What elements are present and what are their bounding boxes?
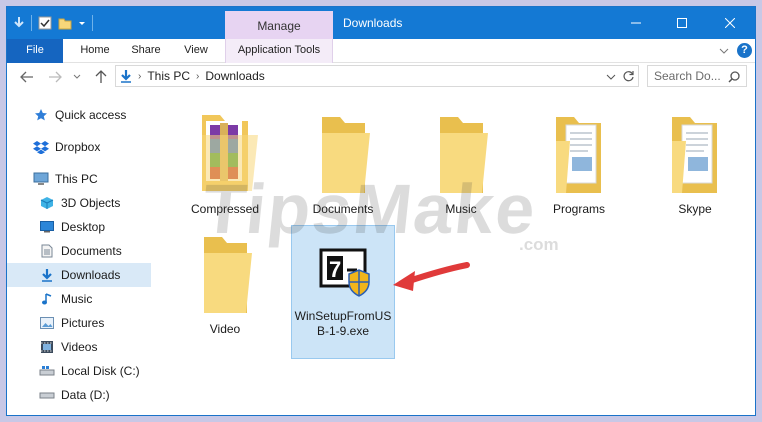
back-arrow-icon bbox=[20, 71, 33, 83]
sidebar-item-label: Music bbox=[61, 292, 93, 306]
sidebar-item-data-d[interactable]: Data (D:) bbox=[7, 383, 151, 407]
title-bar: Manage Downloads bbox=[7, 7, 755, 39]
properties-icon[interactable] bbox=[38, 16, 52, 30]
search-input[interactable]: Search Do... bbox=[647, 65, 747, 87]
qat-separator bbox=[92, 15, 93, 31]
minimize-icon bbox=[631, 22, 641, 24]
svg-text:7: 7 bbox=[329, 257, 341, 282]
close-button[interactable] bbox=[707, 7, 753, 39]
search-placeholder: Search Do... bbox=[654, 69, 721, 83]
sidebar-item-this-pc[interactable]: This PC bbox=[7, 167, 151, 191]
qat-separator bbox=[31, 15, 32, 31]
file-item-programs[interactable]: Programs bbox=[527, 111, 631, 217]
dropbox-icon bbox=[33, 139, 49, 155]
sidebar-item-label: 3D Objects bbox=[61, 196, 121, 210]
tab-view[interactable]: View bbox=[173, 39, 219, 63]
search-icon bbox=[728, 71, 740, 83]
manage-tab[interactable]: Manage bbox=[225, 11, 333, 39]
desktop-icon bbox=[39, 219, 55, 235]
sidebar-item-label: This PC bbox=[55, 172, 98, 186]
recent-locations-button[interactable] bbox=[69, 69, 85, 85]
address-bar-row: › This PC › Downloads Search Do... bbox=[7, 63, 755, 91]
sidebar-item-pictures[interactable]: Pictures bbox=[7, 311, 151, 335]
exe-app-icon: 7 bbox=[319, 248, 370, 297]
save-down-icon[interactable] bbox=[13, 16, 25, 30]
sidebar-item-label: Local Disk (C:) bbox=[61, 364, 140, 378]
chevron-down-icon bbox=[73, 74, 81, 79]
breadcrumb-downloads[interactable]: Downloads bbox=[205, 69, 264, 83]
sidebar-item-music[interactable]: Music bbox=[7, 287, 151, 311]
file-list: Compressed Documents Music Programs Skyp… bbox=[157, 99, 755, 415]
sidebar-item-label: Quick access bbox=[55, 108, 127, 122]
star-icon bbox=[33, 107, 49, 123]
maximize-button[interactable] bbox=[659, 7, 705, 39]
sidebar-item-desktop[interactable]: Desktop bbox=[7, 215, 151, 239]
address-dropdown-icon[interactable] bbox=[606, 73, 616, 81]
forward-arrow-icon bbox=[49, 71, 62, 83]
videos-icon bbox=[39, 339, 55, 355]
quick-access-toolbar bbox=[13, 15, 93, 31]
sidebar-item-3d-objects[interactable]: 3D Objects bbox=[7, 191, 151, 215]
sidebar-item-label: Videos bbox=[61, 340, 98, 354]
sidebar-item-label: Dropbox bbox=[55, 140, 101, 154]
tab-home[interactable]: Home bbox=[71, 39, 119, 63]
forward-button[interactable] bbox=[47, 69, 63, 85]
music-icon bbox=[39, 291, 55, 307]
new-folder-icon[interactable] bbox=[58, 16, 72, 30]
file-name: WinSetupFromUS B-1-9.exe bbox=[294, 309, 392, 338]
tab-file[interactable]: File bbox=[7, 39, 63, 63]
breadcrumb-separator: › bbox=[196, 70, 200, 82]
file-item-skype[interactable]: Skype bbox=[643, 111, 747, 217]
sidebar-item-label: Downloads bbox=[61, 268, 121, 282]
explorer-window: Manage Downloads File Home Share View Ap… bbox=[6, 6, 756, 416]
refresh-icon[interactable] bbox=[622, 70, 635, 83]
computer-icon bbox=[33, 171, 49, 187]
tab-share[interactable]: Share bbox=[123, 39, 169, 63]
up-arrow-icon bbox=[95, 70, 107, 83]
up-button[interactable] bbox=[93, 69, 109, 85]
tab-application-tools[interactable]: Application Tools bbox=[225, 39, 333, 63]
ribbon: File Home Share View Application Tools ? bbox=[7, 39, 755, 63]
red-arrow-annotation bbox=[393, 262, 470, 291]
drive-icon bbox=[39, 387, 55, 403]
maximize-icon bbox=[677, 18, 687, 28]
pictures-icon bbox=[39, 315, 55, 331]
help-button[interactable]: ? bbox=[737, 43, 752, 58]
cube-icon bbox=[39, 195, 55, 211]
sidebar-item-local-disk-c[interactable]: Local Disk (C:) bbox=[7, 359, 151, 383]
file-name: Video bbox=[209, 322, 241, 336]
sidebar-item-quick-access[interactable]: Quick access bbox=[7, 103, 151, 127]
sidebar-item-videos[interactable]: Videos bbox=[7, 335, 151, 359]
breadcrumb-this-pc[interactable]: This PC bbox=[147, 69, 190, 83]
close-icon bbox=[725, 18, 735, 28]
sidebar-item-label: Desktop bbox=[61, 220, 106, 234]
folder-with-documents-icon bbox=[556, 117, 601, 193]
sidebar-item-dropbox[interactable]: Dropbox bbox=[7, 135, 151, 159]
documents-icon bbox=[39, 243, 55, 259]
watermark-suffix: .com bbox=[519, 235, 559, 254]
folder-with-documents-icon bbox=[672, 117, 717, 193]
back-button[interactable] bbox=[19, 69, 35, 85]
sidebar-item-label: Pictures bbox=[61, 316, 105, 330]
sidebar-item-label: Documents bbox=[61, 244, 122, 258]
sidebar-item-documents[interactable]: Documents bbox=[7, 239, 151, 263]
ribbon-expand-icon[interactable] bbox=[719, 47, 729, 55]
window-title: Downloads bbox=[343, 16, 403, 30]
downloads-location-icon bbox=[121, 70, 131, 83]
drive-icon bbox=[39, 363, 55, 379]
breadcrumb-separator: › bbox=[138, 70, 142, 82]
minimize-button[interactable] bbox=[613, 7, 659, 39]
sidebar-item-label: Data (D:) bbox=[61, 388, 110, 402]
qat-dropdown-icon[interactable] bbox=[78, 19, 86, 27]
sidebar-item-downloads[interactable]: Downloads bbox=[7, 263, 151, 287]
download-icon bbox=[39, 267, 55, 283]
address-input[interactable]: › This PC › Downloads bbox=[115, 65, 639, 87]
file-name: Skype bbox=[678, 202, 712, 216]
navigation-pane: Quick access Dropbox This PC 3D Objects … bbox=[7, 99, 151, 415]
watermark: TipsMake bbox=[198, 170, 541, 248]
file-name: Programs bbox=[552, 202, 605, 216]
